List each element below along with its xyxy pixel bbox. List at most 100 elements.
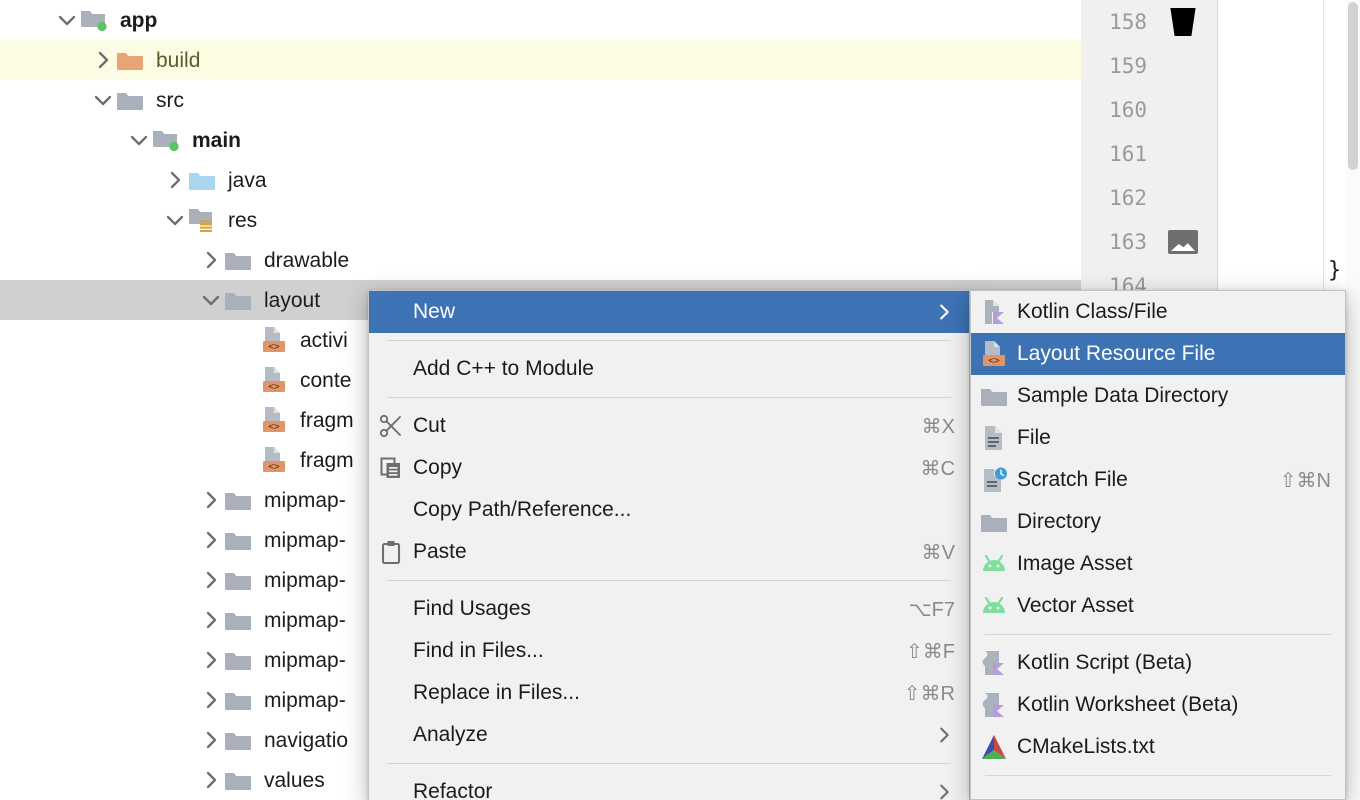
menu-separator: [387, 340, 951, 341]
tree-row-drawable[interactable]: drawable: [0, 240, 1081, 280]
folder-grey-icon: [116, 86, 148, 114]
submenu-item-file[interactable]: File: [971, 417, 1345, 459]
tree-row-java[interactable]: java: [0, 160, 1081, 200]
folder-grey-icon: [224, 606, 256, 634]
menu-item-replace-in-files[interactable]: Replace in Files...⇧⌘R: [369, 672, 969, 714]
chevron-right-icon[interactable]: [90, 47, 116, 73]
folder-grey-icon: [224, 526, 256, 554]
cmake-logo-icon: [971, 732, 1017, 762]
tree-row-label: mipmap-: [264, 530, 346, 551]
submenu-chevron-icon: [933, 301, 955, 323]
chevron-down-icon[interactable]: [198, 287, 224, 313]
folder-blue-icon: [188, 166, 220, 194]
chevron-right-icon[interactable]: [162, 167, 188, 193]
submenu-item-label: CMakeLists.txt: [1017, 735, 1331, 759]
menu-item-label: Cut: [413, 414, 906, 438]
submenu-item-kotlin-worksheet-beta[interactable]: Kotlin Worksheet (Beta): [971, 684, 1345, 726]
line-number: 158: [1081, 10, 1153, 34]
xml-layout-file-icon: <>: [260, 406, 292, 434]
chevron-down-icon[interactable]: [54, 7, 80, 33]
new-submenu[interactable]: Kotlin Class/File<>Layout Resource FileS…: [970, 290, 1346, 800]
menu-item-find-in-files[interactable]: Find in Files...⇧⌘F: [369, 630, 969, 672]
submenu-item-vector-asset[interactable]: Vector Asset: [971, 585, 1345, 627]
tree-row-build[interactable]: build: [0, 40, 1081, 80]
tree-row-main[interactable]: main: [0, 120, 1081, 160]
submenu-separator: [985, 634, 1331, 635]
tree-row-label: navigatio: [264, 730, 348, 751]
tree-row-label: fragm: [300, 410, 354, 431]
chevron-right-icon[interactable]: [198, 687, 224, 713]
menu-item-shortcut: ⌘C: [921, 456, 955, 481]
line-number: 163: [1081, 230, 1153, 254]
tree-row-label: mipmap-: [264, 650, 346, 671]
project-context-menu[interactable]: New Add C++ to Module Cut⌘X Copy ⌘C Copy Path…: [368, 290, 970, 800]
menu-item-label: Refactor: [413, 780, 933, 800]
submenu-item-label: Kotlin Script (Beta): [1017, 651, 1331, 675]
submenu-item-image-asset[interactable]: Image Asset: [971, 543, 1345, 585]
folder-grey-icon: [224, 646, 256, 674]
menu-item-shortcut: ⌥F7: [909, 597, 955, 622]
menu-item-analyze[interactable]: Analyze: [369, 714, 969, 756]
submenu-item-cmakelists-txt[interactable]: CMakeLists.txt: [971, 726, 1345, 768]
chevron-right-icon[interactable]: [198, 727, 224, 753]
svg-text:<>: <>: [268, 462, 280, 473]
chevron-down-icon[interactable]: [126, 127, 152, 153]
submenu-item-kotlin-script-beta[interactable]: Kotlin Script (Beta): [971, 642, 1345, 684]
folder-grey-icon: [224, 286, 256, 314]
tree-row-label: res: [228, 210, 257, 231]
svg-text:<>: <>: [268, 422, 280, 433]
line-number: 161: [1081, 142, 1153, 166]
chevron-right-icon[interactable]: [198, 247, 224, 273]
chevron-right-icon[interactable]: [198, 487, 224, 513]
menu-item-label: Find Usages: [413, 597, 893, 621]
image-preview-icon[interactable]: [1153, 230, 1213, 254]
caret-block-icon[interactable]: [1153, 8, 1213, 36]
menu-item-paste[interactable]: Paste⌘V: [369, 531, 969, 573]
tree-row-label: layout: [264, 290, 320, 311]
chevron-right-icon[interactable]: [198, 607, 224, 633]
chevron-right-icon[interactable]: [198, 567, 224, 593]
folder-res-icon: [188, 206, 220, 234]
svg-text:<>: <>: [268, 342, 280, 353]
menu-item-new[interactable]: New: [369, 291, 969, 333]
folder-grey-icon: [224, 766, 256, 794]
editor-scrollbar[interactable]: [1346, 0, 1360, 800]
menu-icon-placeholder: [369, 636, 413, 666]
tree-row-src[interactable]: src: [0, 80, 1081, 120]
submenu-item-directory[interactable]: Directory: [971, 501, 1345, 543]
tree-row-label: src: [156, 90, 184, 111]
kotlin-script-icon: [971, 690, 1017, 720]
line-number: 159: [1081, 54, 1153, 78]
android-robot-icon: [971, 549, 1017, 579]
folder-grey-icon: [971, 381, 1017, 411]
menu-item-label: Find in Files...: [413, 639, 890, 663]
menu-item-copy[interactable]: Copy ⌘C: [369, 447, 969, 489]
tree-row-label: mipmap-: [264, 570, 346, 591]
menu-item-cut[interactable]: Cut⌘X: [369, 405, 969, 447]
menu-item-label: Copy: [413, 456, 905, 480]
submenu-item-kotlin-class-file[interactable]: Kotlin Class/File: [971, 291, 1345, 333]
copy-icon: [369, 453, 413, 483]
editor-scrollbar-thumb[interactable]: [1348, 2, 1358, 170]
chevron-right-icon[interactable]: [198, 767, 224, 793]
submenu-item-shortcut: ⇧⌘N: [1280, 468, 1331, 493]
folder-grey-icon: [224, 726, 256, 754]
tree-row-app[interactable]: app: [0, 0, 1081, 40]
menu-item-refactor[interactable]: Refactor: [369, 771, 969, 800]
chevron-right-icon[interactable]: [198, 647, 224, 673]
tree-row-label: activi: [300, 330, 348, 351]
xml-layout-file-icon: <>: [260, 446, 292, 474]
chevron-down-icon[interactable]: [162, 207, 188, 233]
menu-item-add-c++-to-module[interactable]: Add C++ to Module: [369, 348, 969, 390]
chevron-right-icon[interactable]: [198, 527, 224, 553]
chevron-down-icon[interactable]: [90, 87, 116, 113]
menu-item-find-usages[interactable]: Find Usages ⌥F7: [369, 588, 969, 630]
menu-separator: [387, 580, 951, 581]
submenu-item-sample-data-directory[interactable]: Sample Data Directory: [971, 375, 1345, 417]
menu-item-copy-path-reference[interactable]: Copy Path/Reference...: [369, 489, 969, 531]
submenu-item-layout-resource-file[interactable]: <>Layout Resource File: [971, 333, 1345, 375]
tree-row-res[interactable]: res: [0, 200, 1081, 240]
submenu-item-label: Kotlin Worksheet (Beta): [1017, 693, 1331, 717]
submenu-item-scratch-file[interactable]: Scratch File⇧⌘N: [971, 459, 1345, 501]
tree-row-label: java: [228, 170, 267, 191]
